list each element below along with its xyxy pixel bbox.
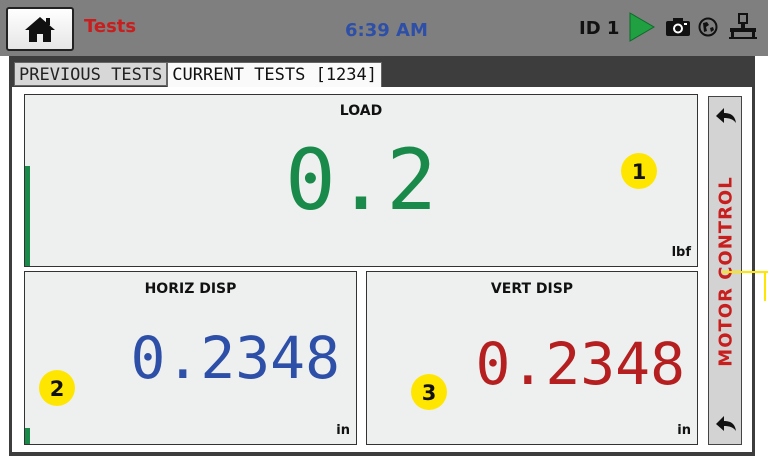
tab-previous-tests[interactable]: PREVIOUS TESTS <box>14 62 168 86</box>
home-icon <box>25 17 55 42</box>
load-value: 0.2 <box>285 131 437 229</box>
page-title: Tests <box>84 16 137 37</box>
camera-icon[interactable] <box>665 17 691 37</box>
connection-icon[interactable] <box>728 13 758 41</box>
tab-bar: PREVIOUS TESTS CURRENT TESTS [1234] <box>14 62 382 88</box>
app-window: Tests 6:39 AM ID 1 PREVIOUS TESTS CURREN… <box>0 0 768 467</box>
home-button[interactable] <box>6 7 74 51</box>
clock: 6:39 AM <box>345 20 428 41</box>
network-icon[interactable] <box>698 17 718 37</box>
device-id: ID 1 <box>579 18 620 39</box>
annotation-badge-3: 3 <box>411 374 447 410</box>
vert-disp-unit: in <box>677 423 691 438</box>
horiz-disp-value: 0.2348 <box>130 324 340 392</box>
tab-current-tests[interactable]: CURRENT TESTS [1234] <box>167 62 382 88</box>
annotation-badge-2: 2 <box>39 370 75 406</box>
horiz-level-bar <box>25 428 30 444</box>
horiz-disp-unit: in <box>336 423 350 438</box>
annotation-connector <box>722 271 768 273</box>
load-panel[interactable]: LOAD 0.2 lbf 1 <box>24 94 698 267</box>
load-label: LOAD <box>339 103 383 119</box>
vert-disp-value: 0.2348 <box>475 330 685 398</box>
load-unit: lbf <box>671 245 691 260</box>
vert-disp-panel[interactable]: VERT DISP 0.2348 in 3 <box>366 271 698 445</box>
arrow-back-icon-bottom <box>716 416 736 431</box>
annotation-badge-1: 1 <box>621 153 657 189</box>
load-level-bar <box>25 166 30 266</box>
horiz-disp-panel[interactable]: HORIZ DISP 0.2348 in 2 <box>24 271 357 445</box>
header-bar: Tests 6:39 AM ID 1 <box>0 0 768 56</box>
horiz-disp-label: HORIZ DISP <box>144 281 237 297</box>
annotation-connector-down <box>764 271 766 301</box>
play-icon[interactable] <box>628 12 656 42</box>
vert-disp-label: VERT DISP <box>490 281 574 297</box>
